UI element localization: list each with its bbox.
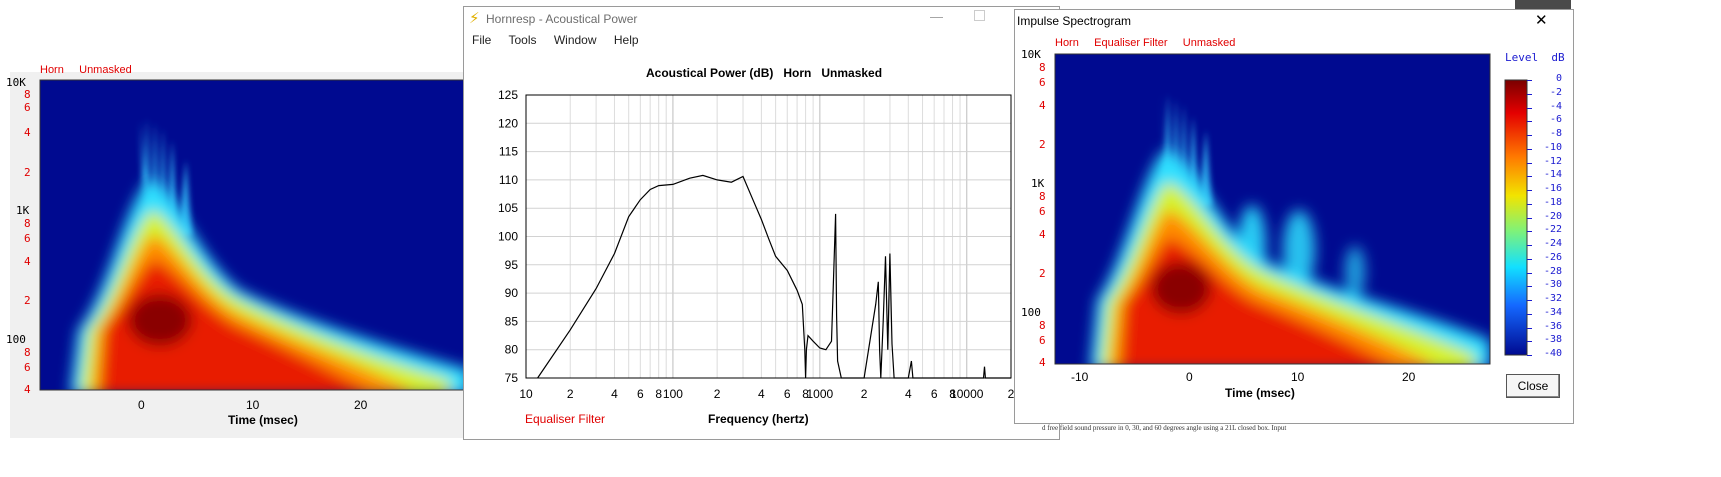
left-y-tick: 6: [24, 361, 31, 374]
level-title: Level: [1505, 51, 1539, 64]
y-tick-label: 80: [505, 343, 519, 357]
y-tick-label: 110: [499, 173, 518, 187]
spectro-y-tick: 2: [1039, 267, 1046, 280]
level-tick-label: -38: [1543, 334, 1562, 346]
x-tick-label: 2: [567, 387, 574, 401]
left-x-tick: 20: [354, 398, 368, 412]
spectro-y-tick: 4: [1039, 99, 1046, 112]
level-tick-label: -12: [1543, 155, 1562, 167]
background-document-snippet: d free field sound pressure in 0, 30, an…: [1042, 424, 1287, 432]
spectro-y-tick: 8: [1039, 319, 1046, 332]
left-y-tick: 6: [24, 101, 31, 114]
left-y-tick: 8: [24, 346, 31, 359]
equaliser-filter-label[interactable]: Equaliser Filter: [525, 412, 605, 426]
spectro-y-tick-100: 100: [1021, 306, 1041, 319]
left-y-tick-10k: 10K: [6, 76, 26, 89]
x-tick-label: 8: [655, 387, 662, 401]
x-tick-label: 4: [758, 387, 765, 401]
y-tick-label: 105: [498, 201, 518, 215]
level-unit: dB: [1551, 51, 1565, 64]
spectro-y-tick: 8: [1039, 190, 1046, 203]
x-tick-label: 4: [905, 387, 912, 401]
acoustical-power-chart: 125120115110105100959085807510 2 4 6 8 100 2 4 6…: [498, 88, 1015, 401]
level-tick-label: -22: [1543, 224, 1562, 236]
spectro-y-tick: 2: [1039, 138, 1046, 151]
level-tick-label: -36: [1543, 320, 1562, 332]
spectro-y-tick-1k: 1K: [1031, 177, 1045, 190]
level-tick-label: -24: [1543, 238, 1562, 249]
left-x-axis-label: Time (msec): [228, 413, 298, 427]
left-y-tick-1k: 1K: [16, 204, 30, 217]
level-tick-label: -40: [1543, 348, 1562, 359]
level-tick-label: 0: [1555, 73, 1562, 84]
level-colorbar: [1504, 79, 1528, 356]
level-tick-label: -8: [1549, 128, 1562, 139]
level-tick-label: -10: [1543, 141, 1562, 153]
left-y-tick: 4: [24, 126, 31, 139]
left-x-tick: 0: [138, 398, 145, 412]
x-tick-label: 1000: [806, 387, 833, 401]
x-tick-label: 6: [931, 387, 938, 401]
level-tick-label: -18: [1543, 196, 1562, 208]
level-label: Level dB: [1505, 51, 1565, 64]
level-tick-label: -14: [1543, 169, 1562, 181]
left-y-tick: 6: [24, 232, 31, 245]
left-y-tick-100: 100: [6, 333, 26, 346]
impulse-spectrogram-plot: [1054, 53, 1528, 365]
spectro-x-tick: -10: [1071, 370, 1089, 384]
x-tick-label: 100: [663, 387, 683, 401]
left-y-tick: 2: [24, 166, 31, 179]
x-tick-label: 6: [637, 387, 644, 401]
y-tick-label: 115: [499, 145, 518, 159]
spectro-y-tick: 4: [1039, 228, 1046, 241]
y-tick-label: 90: [505, 286, 519, 300]
y-tick-label: 95: [505, 258, 519, 272]
level-tick-label: -30: [1543, 279, 1562, 291]
level-tick-label: -26: [1543, 251, 1562, 263]
y-tick-label: 120: [498, 116, 518, 130]
left-y-tick: 8: [24, 88, 31, 101]
spectro-y-tick: 6: [1039, 76, 1046, 89]
level-tick-label: -2: [1549, 86, 1562, 98]
x-tick-label: 10: [519, 387, 533, 401]
spectro-y-tick: 6: [1039, 334, 1046, 347]
x-tick-label: 2: [861, 387, 868, 401]
y-tick-label: 125: [498, 88, 518, 102]
y-tick-label: 75: [505, 371, 519, 385]
spectro-x-tick: 10: [1291, 370, 1305, 384]
x-tick-label: 6: [784, 387, 791, 401]
x-tick-label: 2: [714, 387, 721, 401]
level-tick-label: -4: [1549, 100, 1562, 112]
left-y-tick: 4: [24, 383, 31, 396]
level-tick-label: -16: [1543, 183, 1562, 194]
left-y-tick: 8: [24, 217, 31, 230]
spectro-y-tick: 4: [1039, 356, 1046, 369]
left-spectrogram-window: Horn Unmasked 10K 8 6 4 2 1K 8 6 4 2 100…: [0, 0, 470, 440]
hornresp-window: ⚡ Hornresp - Acoustical Power — File Too…: [463, 6, 1060, 440]
power-curve: [537, 174, 1011, 379]
y-tick-label: 85: [505, 314, 519, 328]
spectro-y-tick: 6: [1039, 205, 1046, 218]
left-y-tick: 4: [24, 255, 31, 268]
x-tick-label: 4: [611, 387, 618, 401]
spectro-x-axis-label: Time (msec): [1225, 386, 1295, 400]
x-axis-label: Frequency (hertz): [708, 412, 809, 426]
spectro-x-tick: 0: [1186, 370, 1193, 384]
level-tick-label: -34: [1543, 306, 1562, 318]
spectro-x-tick: 20: [1402, 370, 1416, 384]
spectro-y-tick-10k: 10K: [1021, 48, 1041, 61]
left-y-tick: 2: [24, 294, 31, 307]
impulse-spectrogram-window: Impulse Spectrogram ✕ Horn Equaliser Fil…: [1014, 9, 1574, 424]
left-spectrogram-plot: [39, 79, 470, 391]
left-x-tick: 10: [246, 398, 260, 412]
level-tick-label: -20: [1543, 210, 1562, 222]
level-tick-label: -28: [1543, 265, 1562, 277]
x-tick-label: 10000: [950, 387, 984, 401]
close-button[interactable]: Close: [1506, 374, 1560, 398]
level-tick-label: -32: [1543, 293, 1562, 304]
background-dark-panel: [1515, 0, 1571, 9]
level-tick-label: -6: [1549, 114, 1562, 126]
y-tick-label: 100: [498, 230, 518, 244]
spectro-y-tick: 8: [1039, 61, 1046, 74]
